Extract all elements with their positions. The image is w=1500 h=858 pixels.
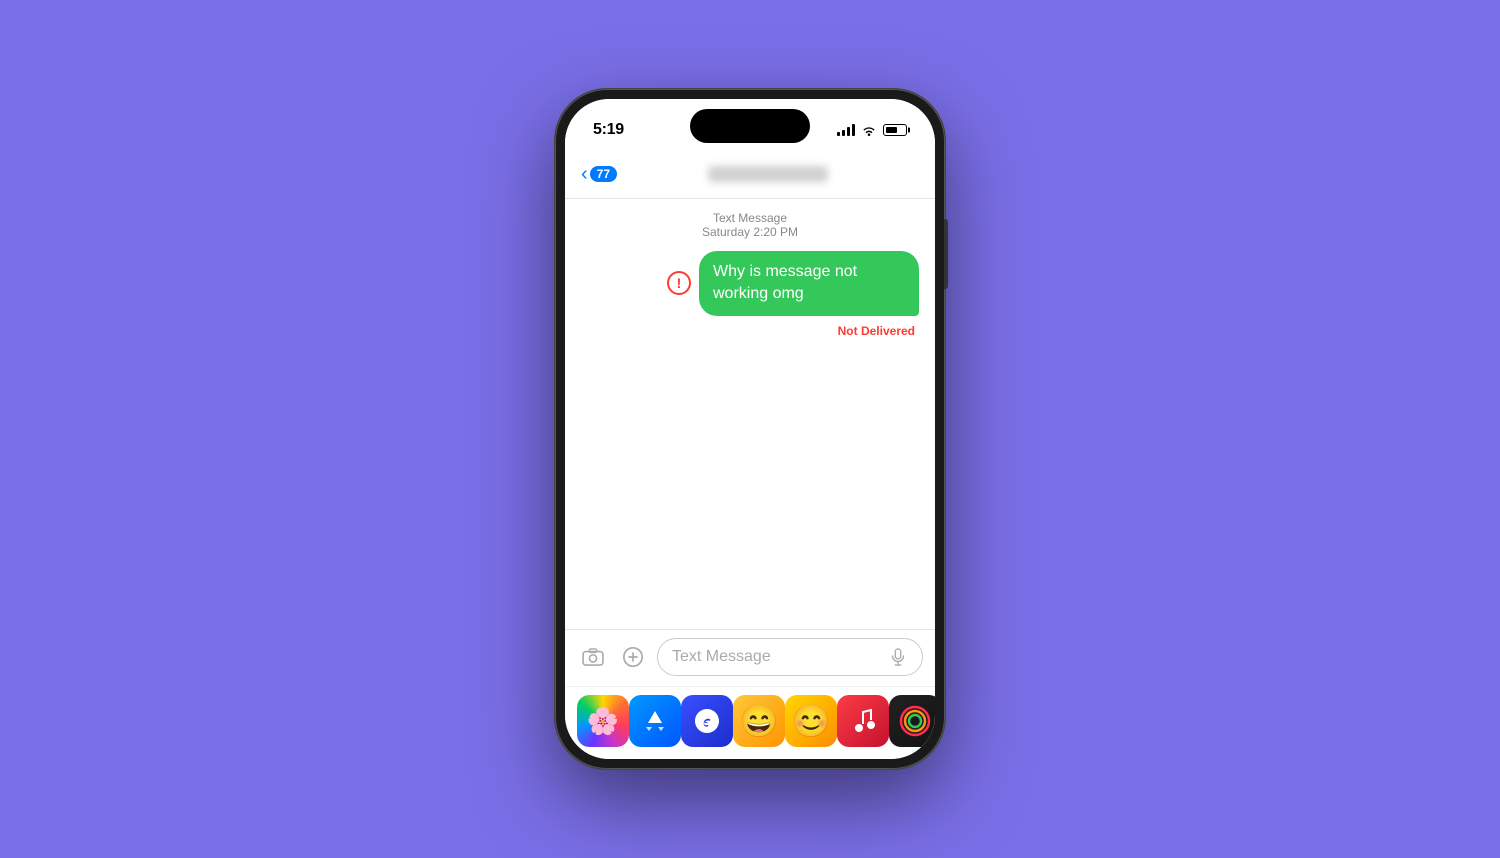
- status-bar: 5:19: [565, 99, 935, 151]
- back-button[interactable]: ‹ 77: [581, 164, 617, 184]
- input-area: Text Message: [565, 629, 935, 686]
- sent-bubble: Why is message not working omg: [699, 251, 919, 316]
- dynamic-island: [690, 109, 810, 143]
- timestamp-label: Text Message Saturday 2:20 PM: [581, 211, 919, 239]
- message-date-label: Saturday 2:20 PM: [581, 225, 919, 239]
- contact-name-area: [617, 166, 919, 182]
- dock-icon-shazam[interactable]: [681, 695, 733, 747]
- apps-button[interactable]: [617, 641, 649, 673]
- contact-name-blurred: [708, 166, 828, 182]
- nav-header: ‹ 77: [565, 151, 935, 199]
- dock-icon-bitmoji1[interactable]: 😄: [733, 695, 785, 747]
- messages-area: Text Message Saturday 2:20 PM ! Why is m…: [565, 199, 935, 629]
- delivery-status: Not Delivered: [581, 324, 919, 338]
- dock-icon-music[interactable]: [837, 695, 889, 747]
- status-icons: [837, 124, 907, 136]
- phone-wrapper: 5:19 ‹ 77: [555, 89, 945, 769]
- dock: 🌸 😄 😊: [565, 686, 935, 759]
- dock-icon-appstore[interactable]: [629, 695, 681, 747]
- battery-icon: [883, 124, 907, 136]
- mic-button[interactable]: [886, 645, 910, 669]
- camera-button[interactable]: [577, 641, 609, 673]
- wifi-icon: [861, 124, 877, 136]
- dock-icon-bitmoji2[interactable]: 😊: [785, 695, 837, 747]
- dock-icon-photos[interactable]: 🌸: [577, 695, 629, 747]
- message-row-sent: ! Why is message not working omg: [581, 251, 919, 316]
- message-type-label: Text Message: [581, 211, 919, 225]
- status-time: 5:19: [593, 121, 624, 139]
- text-input-container[interactable]: Text Message: [657, 638, 923, 676]
- back-badge: 77: [590, 166, 617, 182]
- signal-icon: [837, 124, 855, 136]
- error-icon[interactable]: !: [667, 271, 691, 295]
- text-input-placeholder: Text Message: [672, 648, 886, 666]
- phone-screen: 5:19 ‹ 77: [565, 99, 935, 759]
- back-chevron-icon: ‹: [581, 164, 588, 184]
